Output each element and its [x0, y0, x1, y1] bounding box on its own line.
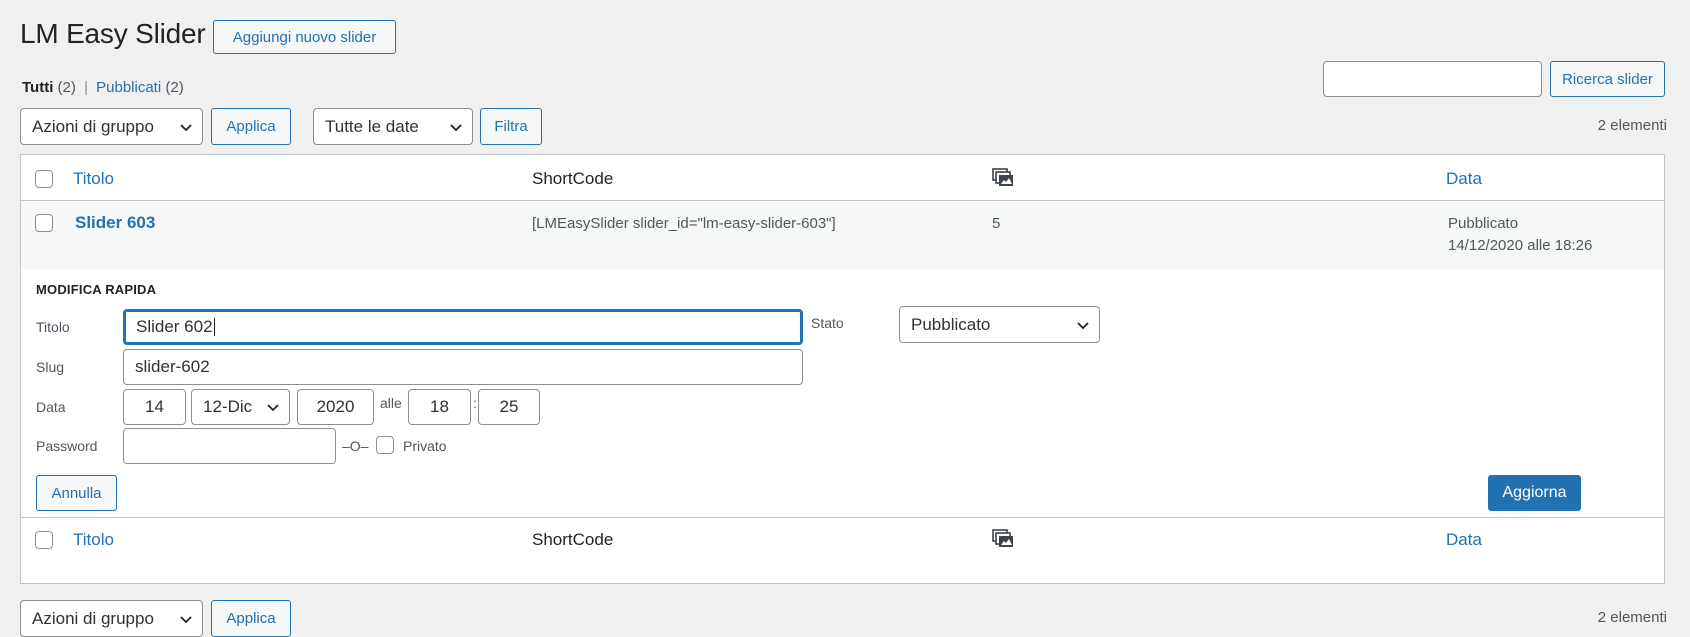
- row-checkbox[interactable]: [35, 214, 53, 232]
- bulk-actions-select-top[interactable]: Azioni di gruppo: [20, 108, 203, 145]
- bulk-actions-value: Azioni di gruppo: [32, 608, 154, 628]
- row-title-link[interactable]: Slider 603: [75, 213, 155, 233]
- hour-input[interactable]: 18: [408, 389, 471, 425]
- column-date-header[interactable]: Data: [1446, 169, 1482, 189]
- images-icon: [992, 529, 1013, 547]
- chevron-down-icon: [267, 404, 279, 412]
- quick-edit-heading: MODIFICA RAPIDA: [36, 282, 157, 297]
- row-slides-count: 5: [992, 215, 1001, 232]
- password-input[interactable]: [123, 428, 336, 464]
- view-published-link[interactable]: Pubblicati: [96, 79, 161, 96]
- sliders-table: Titolo ShortCode Data Slider 603 [LMEasy…: [20, 154, 1665, 584]
- view-published-count: (2): [165, 79, 184, 96]
- page-title: LM Easy Slider: [20, 18, 206, 49]
- day-input[interactable]: 14: [123, 389, 186, 425]
- time-separator: :: [473, 395, 477, 411]
- chevron-down-icon: [180, 615, 192, 623]
- column-shortcode-header: ShortCode: [532, 169, 614, 188]
- column-title-footer[interactable]: Titolo: [73, 530, 114, 550]
- items-count-top: 2 elementi: [1597, 117, 1667, 134]
- date-filter-select[interactable]: Tutte le date: [313, 108, 473, 145]
- slug-input[interactable]: slider-602: [123, 349, 803, 385]
- bulk-actions-select-bottom[interactable]: Azioni di gruppo: [20, 600, 203, 637]
- minute-input[interactable]: 25: [478, 389, 540, 425]
- column-title-header[interactable]: Titolo: [73, 169, 114, 189]
- bulk-actions-value: Azioni di gruppo: [32, 116, 154, 136]
- title-input-value: Slider 602: [136, 317, 213, 336]
- view-all-count: (2): [57, 79, 76, 96]
- cancel-button[interactable]: Annulla: [36, 475, 117, 511]
- chevron-down-icon: [450, 123, 462, 131]
- private-label: Privato: [403, 438, 447, 454]
- update-button[interactable]: Aggiorna: [1488, 475, 1581, 511]
- at-label: alle: [380, 395, 402, 411]
- view-all-link[interactable]: Tutti: [22, 79, 53, 96]
- column-shortcode-footer: ShortCode: [532, 530, 614, 549]
- search-input[interactable]: [1323, 61, 1542, 97]
- views-filter: Tutti (2) | Pubblicati (2): [22, 79, 184, 96]
- status-value: Pubblicato: [911, 314, 991, 334]
- status-select[interactable]: Pubblicato: [899, 306, 1100, 343]
- quick-edit-panel: MODIFICA RAPIDA Titolo Slider 602 Slug s…: [21, 269, 1664, 517]
- slug-label: Slug: [36, 359, 65, 375]
- filter-button[interactable]: Filtra: [480, 108, 542, 145]
- select-all-checkbox-bottom[interactable]: [35, 531, 53, 549]
- add-new-slider-button[interactable]: Aggiungi nuovo slider: [213, 20, 396, 54]
- apply-button-top[interactable]: Applica: [211, 108, 291, 145]
- title-input[interactable]: Slider 602: [123, 309, 803, 345]
- search-button[interactable]: Ricerca slider: [1550, 61, 1665, 97]
- row-shortcode: [LMEasySlider slider_id="lm-easy-slider-…: [532, 215, 836, 232]
- footer-divider: [21, 517, 1664, 518]
- text-caret: [213, 318, 215, 336]
- year-input[interactable]: 2020: [297, 389, 374, 425]
- month-value: 12-Dic: [203, 397, 253, 416]
- month-select[interactable]: 12-Dic: [191, 389, 290, 425]
- password-label: Password: [36, 438, 98, 454]
- select-all-checkbox-top[interactable]: [35, 170, 53, 188]
- row-date: 14/12/2020 alle 18:26: [1448, 237, 1593, 254]
- column-date-footer[interactable]: Data: [1446, 530, 1482, 550]
- or-separator: –O–: [342, 438, 369, 454]
- chevron-down-icon: [1077, 321, 1089, 329]
- images-icon: [992, 168, 1013, 186]
- date-filter-value: Tutte le date: [325, 116, 419, 136]
- title-label: Titolo: [36, 319, 70, 335]
- items-count-bottom: 2 elementi: [1597, 609, 1667, 626]
- apply-button-bottom[interactable]: Applica: [211, 600, 291, 637]
- date-label: Data: [36, 399, 66, 415]
- row-status: Pubblicato: [1448, 215, 1519, 232]
- private-checkbox[interactable]: [376, 436, 394, 454]
- table-row: Slider 603 [LMEasySlider slider_id="lm-e…: [21, 201, 1664, 269]
- view-separator: |: [84, 79, 88, 96]
- status-label: Stato: [811, 315, 844, 331]
- chevron-down-icon: [180, 123, 192, 131]
